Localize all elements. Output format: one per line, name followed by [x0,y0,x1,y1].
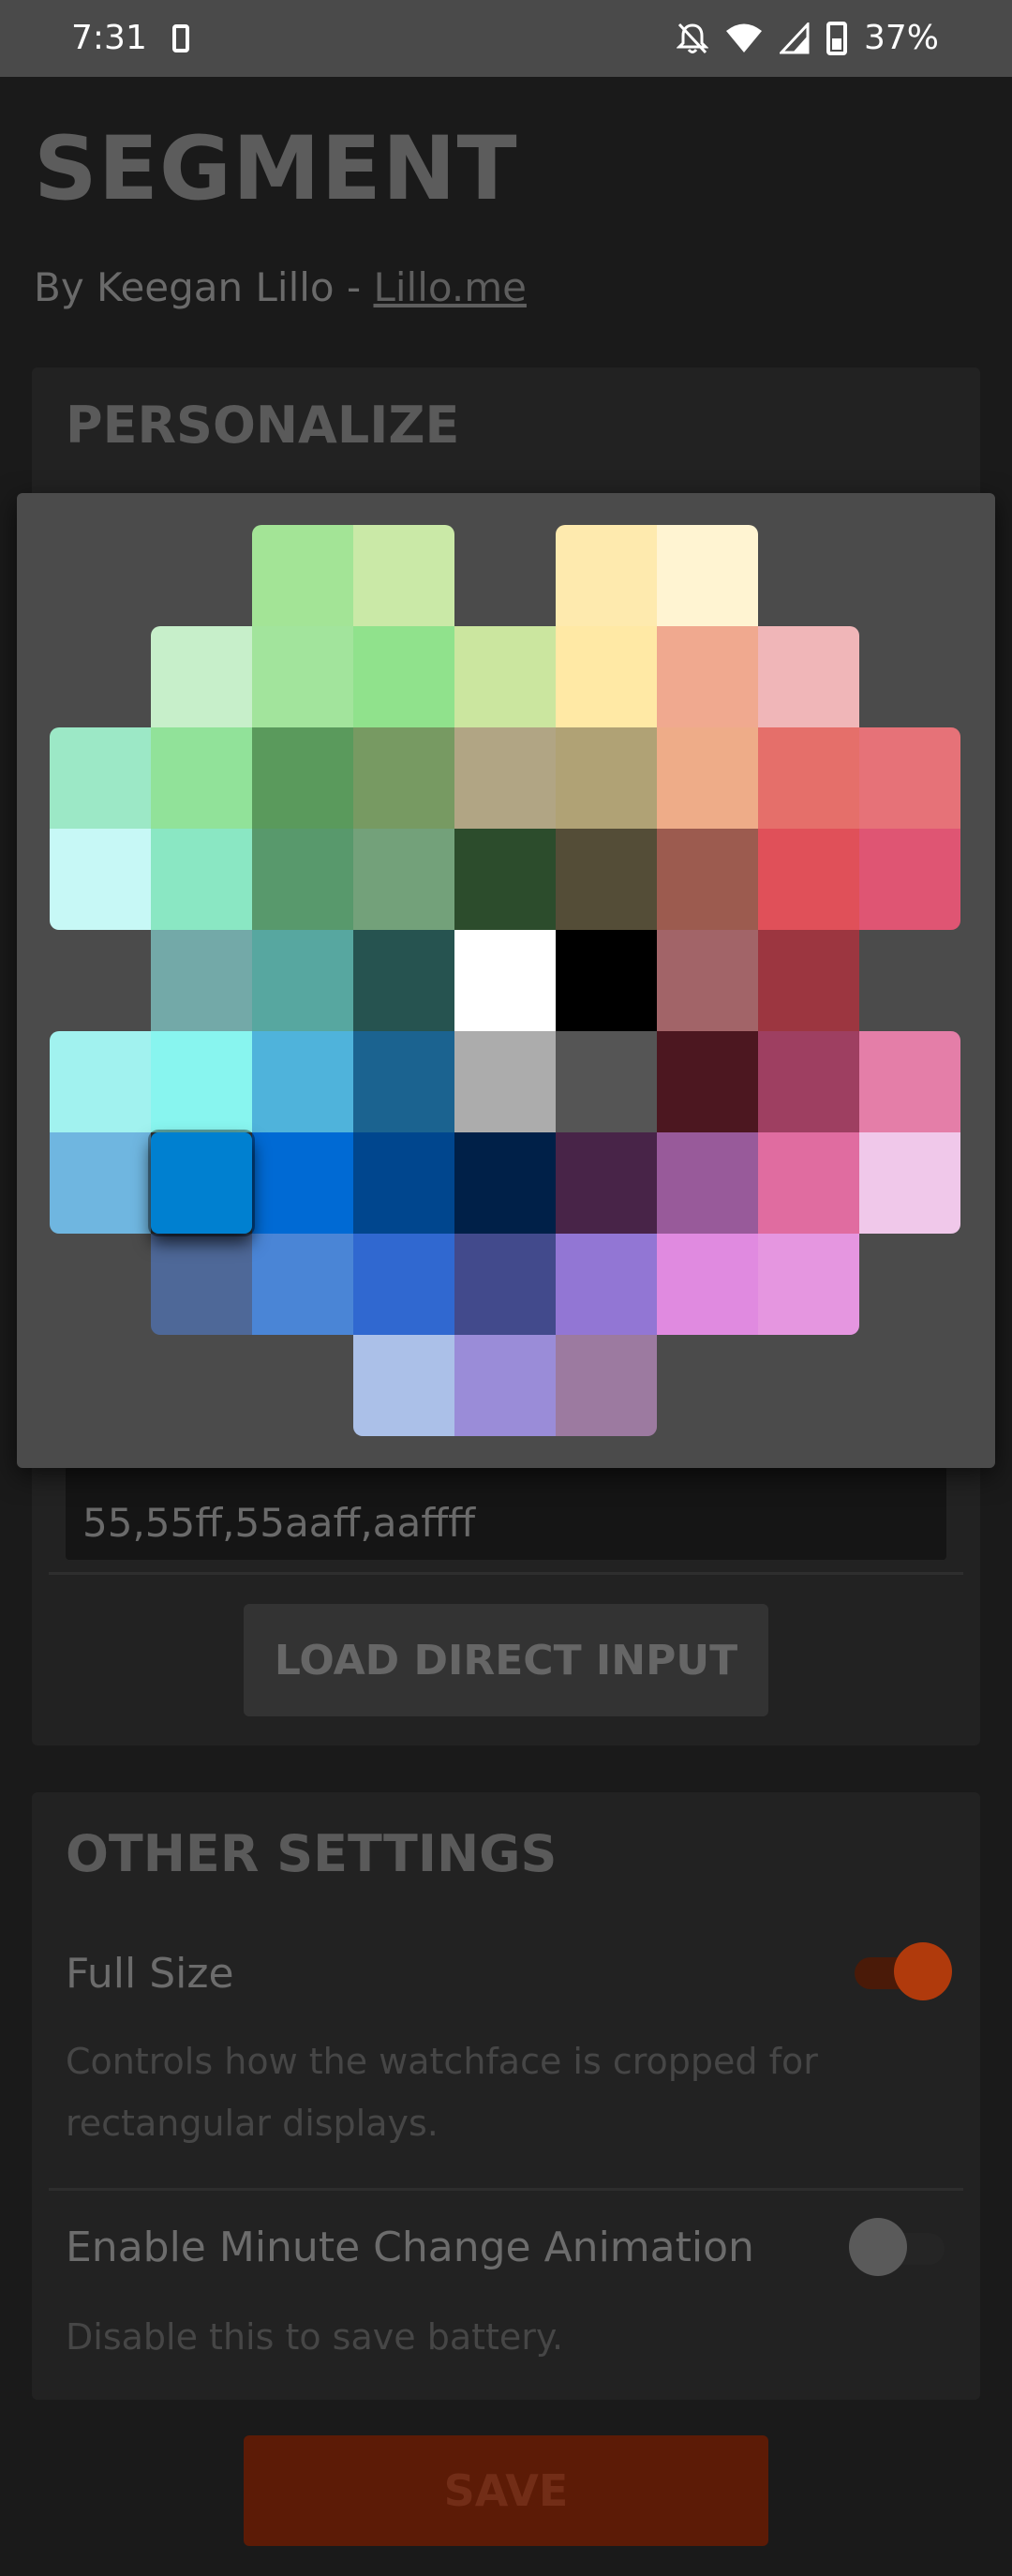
color-swatch[interactable] [353,829,454,930]
full-size-label: Full Size [66,1950,234,1998]
color-swatch[interactable] [50,829,151,930]
wifi-icon [725,23,762,52]
color-swatch[interactable] [859,1132,960,1234]
color-swatch[interactable] [151,1234,252,1335]
color-swatch[interactable] [454,1132,556,1234]
color-swatch[interactable] [353,1335,454,1436]
color-swatch[interactable] [859,829,960,930]
color-swatch[interactable] [758,930,859,1031]
color-swatch[interactable] [454,626,556,727]
color-swatch[interactable] [252,1132,353,1234]
phone-notification-icon [172,24,189,52]
color-swatch[interactable] [151,727,252,829]
color-swatch[interactable] [758,829,859,930]
color-swatch[interactable] [556,727,657,829]
personalize-title: PERSONALIZE [66,396,460,455]
full-size-description: Controls how the watchface is cropped fo… [66,2041,818,2144]
battery-percent: 37% [863,19,939,57]
color-swatch[interactable] [50,727,151,829]
color-swatch[interactable] [758,1031,859,1132]
color-swatch[interactable] [252,829,353,930]
color-swatch[interactable] [454,727,556,829]
color-swatch[interactable] [353,626,454,727]
color-swatch[interactable] [151,829,252,930]
minute-animation-description: Disable this to save battery. [66,2316,564,2358]
color-swatch[interactable] [657,1234,758,1335]
color-swatch[interactable] [556,930,657,1031]
other-settings-card: OTHER SETTINGS Full Size Controls how th… [32,1792,980,2400]
color-swatch[interactable] [556,829,657,930]
color-swatch[interactable] [454,829,556,930]
color-swatch[interactable] [50,1031,151,1132]
color-swatch[interactable] [657,829,758,930]
color-swatch[interactable] [454,1335,556,1436]
divider [49,1572,963,1575]
other-settings-title: OTHER SETTINGS [66,1824,558,1883]
color-swatch[interactable] [859,727,960,829]
color-swatch[interactable] [454,930,556,1031]
color-swatch[interactable] [657,626,758,727]
color-swatch[interactable] [556,1031,657,1132]
color-swatch[interactable] [657,1132,758,1234]
color-swatch[interactable] [556,626,657,727]
byline: By Keegan Lillo - Lillo.me [34,264,527,310]
color-swatch[interactable] [252,930,353,1031]
color-swatch[interactable] [252,1031,353,1132]
minute-animation-toggle[interactable] [849,2218,950,2276]
color-swatch[interactable] [556,525,657,626]
divider [49,2188,963,2191]
color-picker-dialog [17,493,995,1468]
color-swatch[interactable] [353,1132,454,1234]
direct-input-field[interactable]: 55,55ff,55aaff,aaffff [66,1466,946,1560]
color-swatch[interactable] [454,1234,556,1335]
status-bar: 7:31 37% [0,0,1012,77]
color-swatch[interactable] [556,1132,657,1234]
full-size-toggle[interactable] [849,1942,952,2000]
color-swatch[interactable] [859,1031,960,1132]
color-swatch[interactable] [353,930,454,1031]
color-swatch[interactable] [657,727,758,829]
toggle-thumb [894,1942,952,2000]
color-swatch[interactable] [758,1132,859,1234]
color-swatch[interactable] [353,1031,454,1132]
color-swatch[interactable] [353,1234,454,1335]
toggle-thumb [849,2218,907,2276]
color-swatch[interactable] [657,930,758,1031]
color-swatch[interactable] [252,727,353,829]
color-swatch[interactable] [353,727,454,829]
color-swatch[interactable] [252,1234,353,1335]
byline-text: By Keegan Lillo - [34,264,374,310]
battery-icon [826,21,847,55]
status-time: 7:31 [71,19,147,57]
save-button[interactable]: SAVE [244,2435,768,2546]
color-swatch-selected[interactable] [151,1132,252,1234]
color-swatch[interactable] [657,1031,758,1132]
color-swatch[interactable] [758,626,859,727]
color-swatch[interactable] [151,1031,252,1132]
bell-off-icon [676,22,708,53]
author-link[interactable]: Lillo.me [373,264,526,310]
color-swatch[interactable] [556,1335,657,1436]
color-swatch[interactable] [252,626,353,727]
color-swatch[interactable] [151,626,252,727]
app-title: SEGMENT [34,118,518,220]
signal-icon [779,22,810,53]
color-swatch[interactable] [758,727,859,829]
color-swatch[interactable] [556,1234,657,1335]
color-swatch[interactable] [50,1132,151,1234]
color-swatch[interactable] [151,930,252,1031]
color-swatch[interactable] [353,525,454,626]
load-direct-input-button[interactable]: LOAD DIRECT INPUT [244,1604,768,1716]
color-swatch[interactable] [657,525,758,626]
status-icons: 37% [676,19,939,57]
color-swatch[interactable] [758,1234,859,1335]
minute-animation-label: Enable Minute Change Animation [66,2224,754,2271]
color-swatch[interactable] [252,525,353,626]
color-swatch[interactable] [454,1031,556,1132]
